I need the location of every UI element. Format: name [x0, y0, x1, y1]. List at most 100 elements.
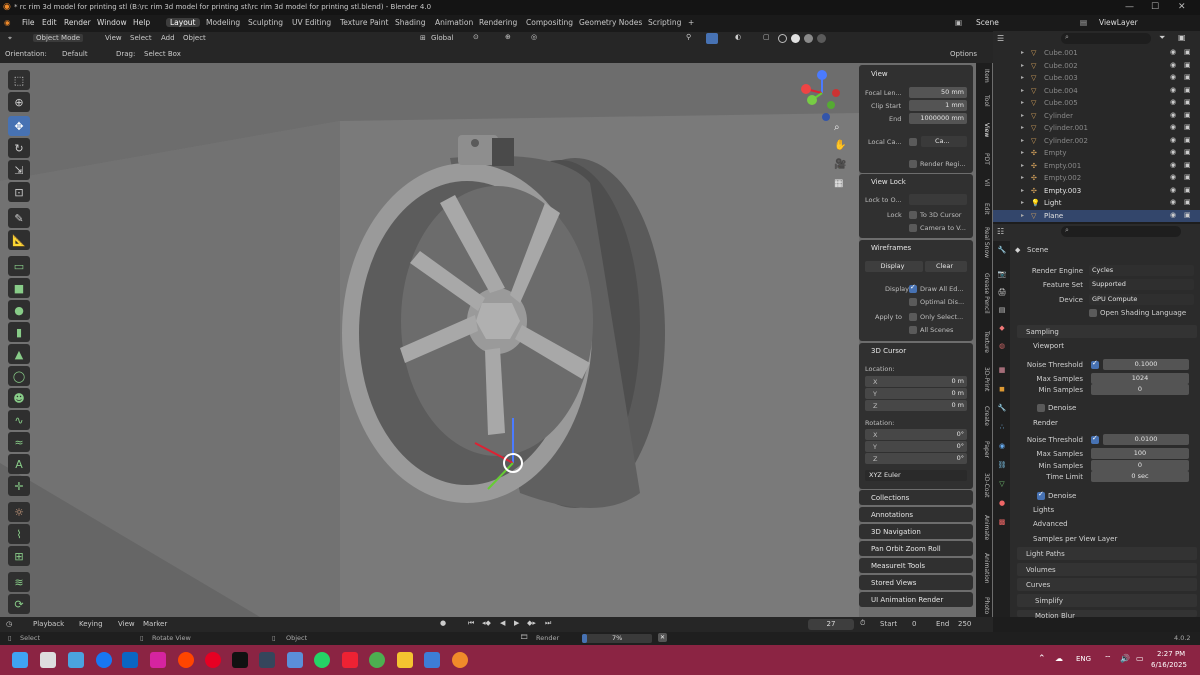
outliner-row[interactable]: ▸ ✣ Empty ◉ ▣: [993, 147, 1200, 160]
outliner-row[interactable]: ▸ ▽ Cylinder ◉ ▣: [993, 110, 1200, 123]
render-camera-icon[interactable]: ▣: [1184, 173, 1191, 181]
to-3d-cursor-checkbox[interactable]: [909, 211, 917, 219]
vp-min-samples-field[interactable]: 0: [1091, 384, 1189, 395]
gizmo-icon[interactable]: ⚲: [686, 33, 691, 41]
cancel-render-button[interactable]: ✕: [658, 633, 667, 642]
visibility-eye-icon[interactable]: ◉: [1170, 123, 1176, 131]
outliner-row[interactable]: ▸ ▽ Cylinder.002 ◉ ▣: [993, 135, 1200, 148]
lock-to-object-field[interactable]: [909, 194, 967, 205]
notepad-icon[interactable]: [424, 652, 440, 668]
modifier-tab-icon[interactable]: 🔧: [997, 403, 1007, 413]
language-indicator[interactable]: ENG: [1076, 655, 1091, 663]
tab-rendering[interactable]: Rendering: [479, 18, 517, 27]
snap-icon[interactable]: ⊕: [505, 33, 511, 41]
r-max-samples-field[interactable]: 100: [1091, 448, 1189, 459]
expand-arrow-icon[interactable]: ▸: [1021, 112, 1024, 119]
view-layer-selector[interactable]: ViewLayer: [1099, 18, 1138, 27]
camera-to-view-checkbox[interactable]: [909, 224, 917, 232]
tab-view[interactable]: View: [978, 123, 990, 137]
instagram-icon[interactable]: [150, 652, 166, 668]
tab-texture-paint[interactable]: Texture Paint: [340, 18, 388, 27]
visibility-eye-icon[interactable]: ◉: [1170, 198, 1176, 206]
expand-arrow-icon[interactable]: ▸: [1021, 187, 1024, 194]
add-force-icon[interactable]: ⟳: [8, 594, 30, 614]
filter-icon[interactable]: ⏷: [1159, 33, 1165, 43]
menu-add[interactable]: Add: [161, 34, 175, 42]
pan-orbit-section[interactable]: Pan Orbit Zoom Roll: [859, 541, 973, 556]
3d-viewport[interactable]: ⌕ ✋ 🎥 ▦: [0, 63, 993, 617]
record-icon[interactable]: ●: [440, 619, 446, 627]
render-tab-icon[interactable]: 📷: [997, 269, 1007, 279]
add-plane-icon[interactable]: ▭: [8, 256, 30, 276]
cloud-icon[interactable]: ☁: [1055, 654, 1063, 663]
viewport-subpanel-title[interactable]: Viewport: [1033, 342, 1064, 350]
tab-edit[interactable]: Edit: [978, 203, 990, 215]
menu-file[interactable]: File: [22, 18, 35, 27]
cursor-ry-field[interactable]: 0°: [865, 441, 967, 452]
properties-editor-icon[interactable]: ☷: [997, 227, 1004, 236]
volume-icon[interactable]: 🔊: [1120, 654, 1130, 663]
wireframe-display-button[interactable]: Display: [865, 261, 923, 272]
render-camera-icon[interactable]: ▣: [1184, 86, 1191, 94]
vp-noise-threshold-field[interactable]: 0.1000: [1103, 359, 1189, 370]
tab-animation[interactable]: Animation: [435, 18, 473, 27]
orientation-dropdown[interactable]: Default: [62, 50, 88, 58]
proportional-edit-icon[interactable]: ◎: [531, 33, 537, 41]
tumblr-icon[interactable]: [259, 652, 275, 668]
menu-select[interactable]: Select: [130, 34, 152, 42]
outliner-row[interactable]: ▸ ▽ Cylinder.001 ◉ ▣: [993, 122, 1200, 135]
cursor-rx-field[interactable]: 0°: [865, 429, 967, 440]
physics-tab-icon[interactable]: ◉: [997, 441, 1007, 451]
transform-space-dropdown[interactable]: Global: [431, 34, 453, 42]
optimal-display-checkbox[interactable]: [909, 298, 917, 306]
facebook-icon[interactable]: [96, 652, 112, 668]
visibility-eye-icon[interactable]: ◉: [1170, 161, 1176, 169]
constraint-tab-icon[interactable]: ⛓: [997, 460, 1007, 470]
expand-arrow-icon[interactable]: ▸: [1021, 74, 1024, 81]
windows-start-icon[interactable]: [12, 652, 28, 668]
edge-icon[interactable]: [68, 652, 84, 668]
overlay-icon[interactable]: ◐: [735, 33, 741, 41]
object-tab-icon[interactable]: ◼: [997, 384, 1007, 394]
start-frame-field[interactable]: 0: [912, 620, 916, 628]
visibility-eye-icon[interactable]: ◉: [1170, 111, 1176, 119]
jump-start-icon[interactable]: ⏮: [468, 619, 474, 628]
wireframes-title[interactable]: Wireframes: [871, 244, 911, 252]
rendered-shading-icon[interactable]: [817, 34, 826, 43]
xray-icon[interactable]: ▢: [763, 33, 770, 41]
add-curve-icon[interactable]: ∿: [8, 410, 30, 430]
view-layer-tab-icon[interactable]: ▤: [997, 305, 1007, 315]
add-lattice-icon[interactable]: ⊞: [8, 546, 30, 566]
zoom-icon[interactable]: ⌕: [834, 122, 840, 133]
tab-geometry-nodes[interactable]: Geometry Nodes: [579, 18, 642, 27]
timeline-view-menu[interactable]: View: [118, 620, 135, 628]
tab-uv-editing[interactable]: UV Editing: [292, 18, 331, 27]
task-view-icon[interactable]: [40, 652, 56, 668]
texture-tab-icon[interactable]: ▩: [997, 517, 1007, 527]
feature-set-dropdown[interactable]: Supported: [1089, 279, 1194, 290]
world-tab-icon[interactable]: ◍: [997, 341, 1007, 351]
add-cylinder-icon[interactable]: ▮: [8, 322, 30, 342]
local-camera-checkbox[interactable]: [909, 138, 917, 146]
expand-arrow-icon[interactable]: ▸: [1021, 99, 1024, 106]
r-min-samples-field[interactable]: 0: [1091, 460, 1189, 471]
render-camera-icon[interactable]: ▣: [1184, 186, 1191, 194]
add-armature-icon[interactable]: ⌇: [8, 524, 30, 544]
tool-tab-icon[interactable]: 🔧: [997, 245, 1007, 255]
tab-3d-print[interactable]: 3D-Print: [978, 367, 990, 391]
material-shading-icon[interactable]: [804, 34, 813, 43]
add-cone-icon[interactable]: ▲: [8, 344, 30, 364]
expand-arrow-icon[interactable]: ▸: [1021, 174, 1024, 181]
vp-noise-threshold-checkbox[interactable]: [1091, 359, 1099, 369]
cursor-x-field[interactable]: 0 m: [865, 376, 967, 387]
r-denoise-checkbox[interactable]: [1037, 490, 1045, 500]
tab-scripting[interactable]: Scripting: [648, 18, 681, 27]
properties-search-input[interactable]: [1061, 226, 1181, 237]
render-camera-icon[interactable]: ▣: [1184, 211, 1191, 219]
transform-gizmo-toggle[interactable]: [706, 33, 718, 44]
new-collection-icon[interactable]: ▣: [1178, 33, 1186, 42]
measure-tool-icon[interactable]: 📐: [8, 230, 30, 250]
tab-tool[interactable]: Tool: [978, 95, 990, 107]
add-sphere-icon[interactable]: ●: [8, 300, 30, 320]
ortho-grid-icon[interactable]: ▦: [834, 178, 843, 189]
